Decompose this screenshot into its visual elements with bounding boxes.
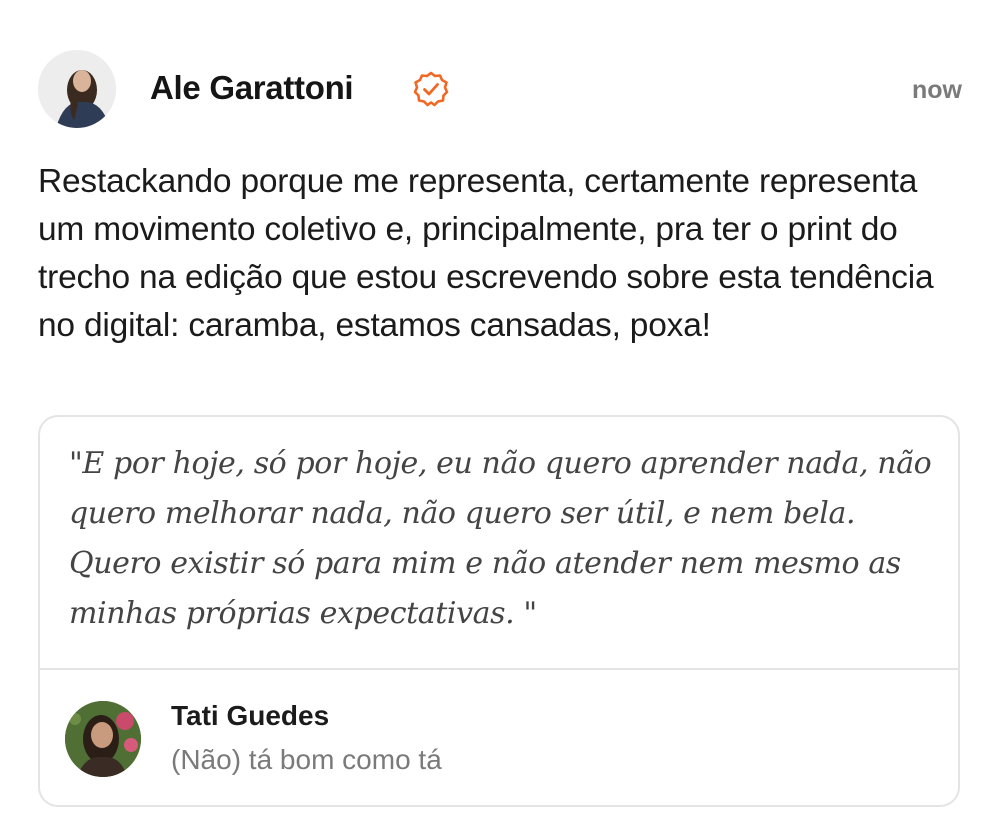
quote-text: "E por hoje, só por hoje, eu não quero a… xyxy=(69,446,932,631)
quoted-excerpt-card[interactable]: "E por hoje, só por hoje, eu não quero a… xyxy=(38,415,960,807)
author-name[interactable]: Ale Garattoni xyxy=(150,69,354,107)
source-author-avatar-image xyxy=(65,701,141,777)
post-timestamp: now xyxy=(912,76,962,104)
source-author-avatar xyxy=(65,701,141,777)
restack-post: Ale Garattoni now Restackando porque me … xyxy=(0,0,1000,827)
quote-source[interactable]: Tati Guedes (Não) tá bom como tá xyxy=(40,670,958,805)
source-publication-name[interactable]: (Não) tá bom como tá xyxy=(171,744,442,776)
post-header: Ale Garattoni now xyxy=(38,50,962,130)
source-author-name[interactable]: Tati Guedes xyxy=(171,700,329,732)
post-body-text: Restackando porque me representa, certam… xyxy=(38,163,934,344)
author-avatar-image xyxy=(38,50,116,128)
author-avatar[interactable] xyxy=(38,50,116,128)
verified-badge-icon xyxy=(413,71,449,107)
